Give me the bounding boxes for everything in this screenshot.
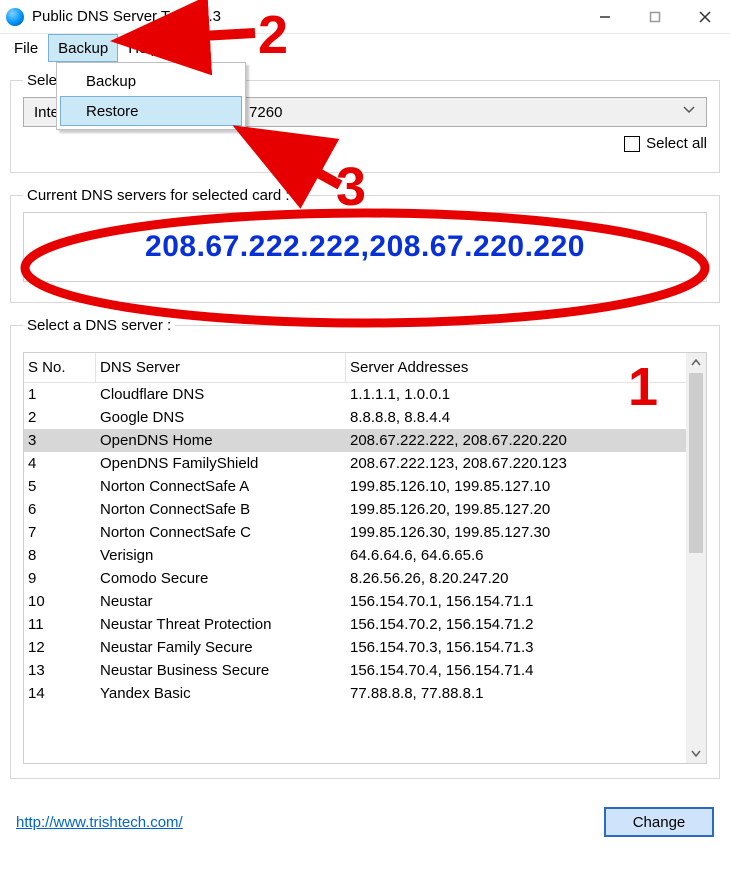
table-row[interactable]: 14Yandex Basic77.88.8.8, 77.88.8.1 [24, 682, 686, 704]
table-row[interactable]: 3OpenDNS Home208.67.222.222, 208.67.220.… [24, 429, 686, 452]
scrollbar-thumb[interactable] [689, 373, 703, 553]
minimize-button[interactable] [580, 0, 630, 34]
cell-sno: 8 [24, 544, 96, 567]
cell-sno: 4 [24, 452, 96, 475]
title-bar: Public DNS Server Tool v2.3 [0, 0, 730, 34]
current-dns-legend: Current DNS servers for selected card : [23, 187, 294, 204]
dns-list[interactable]: S No. DNS Server Server Addresses 1Cloud… [24, 353, 686, 763]
cell-server: Comodo Secure [96, 567, 346, 590]
cell-sno: 2 [24, 406, 96, 429]
cell-sno: 1 [24, 383, 96, 406]
cell-sno: 12 [24, 636, 96, 659]
cell-sno: 13 [24, 659, 96, 682]
cell-server: Neustar [96, 590, 346, 613]
menu-file[interactable]: File [4, 34, 48, 62]
table-row[interactable]: 7Norton ConnectSafe C199.85.126.30, 199.… [24, 521, 686, 544]
homepage-link[interactable]: http://www.trishtech.com/ [16, 814, 183, 831]
cell-addr: 1.1.1.1, 1.0.0.1 [346, 383, 686, 406]
table-row[interactable]: 1Cloudflare DNS1.1.1.1, 1.0.0.1 [24, 383, 686, 406]
table-row[interactable]: 13Neustar Business Secure156.154.70.4, 1… [24, 659, 686, 682]
cell-sno: 14 [24, 682, 96, 704]
cell-server: OpenDNS Home [96, 429, 346, 452]
cell-server: Neustar Business Secure [96, 659, 346, 682]
cell-addr: 208.67.222.123, 208.67.220.123 [346, 452, 686, 475]
current-dns-fieldset: Current DNS servers for selected card : … [10, 187, 720, 303]
cell-sno: 3 [24, 429, 96, 452]
menu-help[interactable]: Help [118, 34, 169, 62]
cell-addr: 8.8.8.8, 8.8.4.4 [346, 406, 686, 429]
table-row[interactable]: 9Comodo Secure8.26.56.26, 8.20.247.20 [24, 567, 686, 590]
col-sno[interactable]: S No. [24, 353, 96, 382]
dns-list-legend: Select a DNS server : [23, 317, 175, 334]
cell-sno: 11 [24, 613, 96, 636]
cell-addr: 208.67.222.222, 208.67.220.220 [346, 429, 686, 452]
cell-server: Norton ConnectSafe A [96, 475, 346, 498]
cell-server: Norton ConnectSafe B [96, 498, 346, 521]
footer: http://www.trishtech.com/ Change [0, 793, 730, 837]
maximize-button[interactable] [630, 0, 680, 34]
cell-addr: 199.85.126.20, 199.85.127.20 [346, 498, 686, 521]
menu-backup[interactable]: Backup [48, 34, 118, 62]
backup-dropdown: Backup Restore [56, 62, 246, 130]
cell-server: Neustar Family Secure [96, 636, 346, 659]
chevron-down-icon [682, 103, 696, 121]
table-row[interactable]: 2Google DNS8.8.8.8, 8.8.4.4 [24, 406, 686, 429]
col-addr[interactable]: Server Addresses [346, 353, 686, 382]
table-row[interactable]: 4OpenDNS FamilyShield208.67.222.123, 208… [24, 452, 686, 475]
cell-addr: 156.154.70.2, 156.154.71.2 [346, 613, 686, 636]
table-row[interactable]: 10Neustar156.154.70.1, 156.154.71.1 [24, 590, 686, 613]
cell-sno: 5 [24, 475, 96, 498]
table-row[interactable]: 11Neustar Threat Protection156.154.70.2,… [24, 613, 686, 636]
cell-server: Cloudflare DNS [96, 383, 346, 406]
change-button[interactable]: Change [604, 807, 714, 837]
cell-addr: 199.85.126.10, 199.85.127.10 [346, 475, 686, 498]
current-dns-value: 208.67.222.222,208.67.220.220 [23, 212, 707, 282]
menu-bar: File Backup Help [0, 34, 730, 62]
dropdown-item-restore[interactable]: Restore [60, 96, 242, 126]
cell-server: Yandex Basic [96, 682, 346, 704]
table-row[interactable]: 12Neustar Family Secure156.154.70.3, 156… [24, 636, 686, 659]
window-title: Public DNS Server Tool v2.3 [32, 8, 580, 25]
cell-addr: 199.85.126.30, 199.85.127.30 [346, 521, 686, 544]
cell-server: Google DNS [96, 406, 346, 429]
vertical-scrollbar[interactable] [686, 353, 706, 763]
app-icon [6, 8, 24, 26]
close-button[interactable] [680, 0, 730, 34]
cell-sno: 6 [24, 498, 96, 521]
select-all-label: Select all [646, 135, 707, 152]
table-row[interactable]: 8Verisign64.6.64.6, 64.6.65.6 [24, 544, 686, 567]
cell-addr: 8.26.56.26, 8.20.247.20 [346, 567, 686, 590]
cell-sno: 7 [24, 521, 96, 544]
dns-list-fieldset: Select a DNS server : S No. DNS Server S… [10, 317, 720, 779]
scroll-down-arrow[interactable] [686, 743, 706, 763]
cell-server: Neustar Threat Protection [96, 613, 346, 636]
col-server[interactable]: DNS Server [96, 353, 346, 382]
cell-addr: 156.154.70.4, 156.154.71.4 [346, 659, 686, 682]
select-all-checkbox[interactable] [624, 136, 640, 152]
cell-addr: 77.88.8.8, 77.88.8.1 [346, 682, 686, 704]
table-row[interactable]: 6Norton ConnectSafe B199.85.126.20, 199.… [24, 498, 686, 521]
cell-addr: 64.6.64.6, 64.6.65.6 [346, 544, 686, 567]
cell-addr: 156.154.70.1, 156.154.71.1 [346, 590, 686, 613]
cell-sno: 10 [24, 590, 96, 613]
scroll-up-arrow[interactable] [686, 353, 706, 373]
list-header: S No. DNS Server Server Addresses [24, 353, 686, 383]
cell-addr: 156.154.70.3, 156.154.71.3 [346, 636, 686, 659]
cell-server: OpenDNS FamilyShield [96, 452, 346, 475]
cell-server: Verisign [96, 544, 346, 567]
cell-server: Norton ConnectSafe C [96, 521, 346, 544]
dropdown-item-backup[interactable]: Backup [60, 66, 242, 96]
cell-sno: 9 [24, 567, 96, 590]
table-row[interactable]: 5Norton ConnectSafe A199.85.126.10, 199.… [24, 475, 686, 498]
